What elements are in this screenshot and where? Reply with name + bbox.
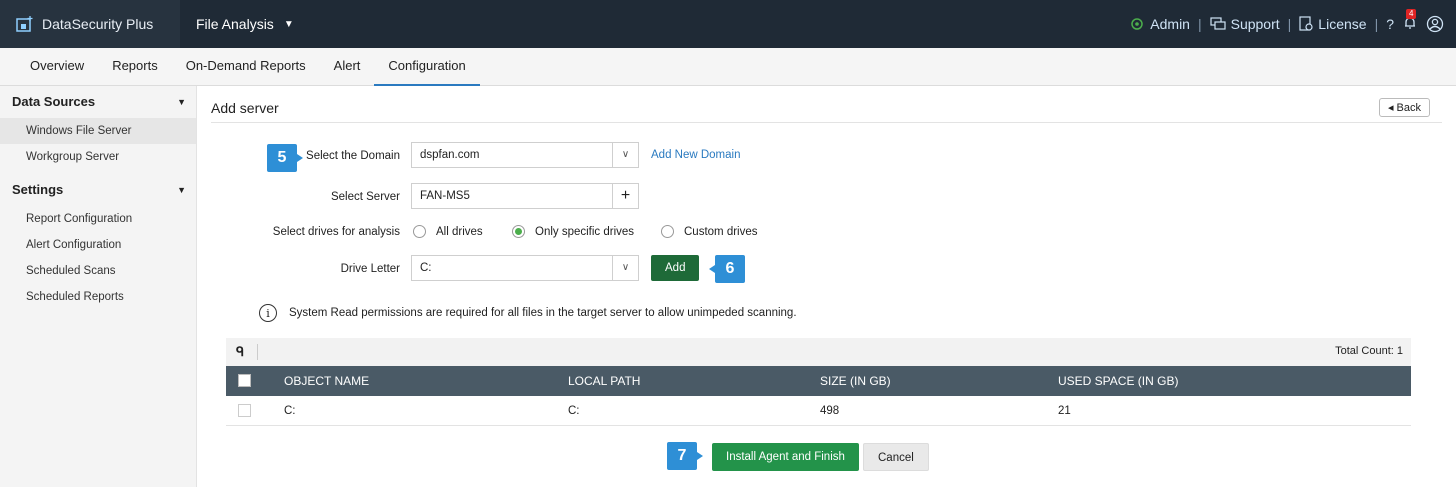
- notification-bell-icon[interactable]: 4: [1402, 8, 1418, 34]
- tab-on-demand-reports[interactable]: On-Demand Reports: [172, 48, 320, 86]
- module-selector[interactable]: File Analysis ▼: [196, 0, 294, 48]
- radio-label: Only specific drives: [535, 225, 635, 238]
- sidebar: Data Sources ▼ Windows File Server Workg…: [0, 86, 197, 487]
- row-checkbox[interactable]: [238, 404, 251, 417]
- sidebar-item-scheduled-reports[interactable]: Scheduled Reports: [0, 284, 196, 310]
- chevron-down-icon[interactable]: ∨: [612, 143, 638, 167]
- sidebar-item-windows-file-server[interactable]: Windows File Server: [0, 118, 196, 144]
- admin-link[interactable]: Admin: [1129, 16, 1190, 32]
- notification-count-badge: 4: [1406, 8, 1417, 19]
- divider: [257, 344, 258, 360]
- column-header-used-space[interactable]: USED SPACE (IN GB): [1058, 374, 1178, 388]
- license-link[interactable]: License: [1299, 16, 1367, 32]
- sidebar-section-settings[interactable]: Settings ▼: [0, 174, 196, 206]
- domain-select[interactable]: dspfan.com ∨: [411, 142, 639, 168]
- radio-only-specific-drives[interactable]: Only specific drives: [512, 225, 634, 238]
- cell-object-name: C:: [284, 405, 296, 417]
- server-value: FAN-MS5: [420, 190, 470, 202]
- sidebar-item-workgroup-server[interactable]: Workgroup Server: [0, 144, 196, 170]
- divider: [211, 122, 1442, 123]
- step-7-badge: 7: [667, 442, 703, 470]
- back-label: Back: [1396, 102, 1421, 114]
- chat-icon: [1210, 17, 1226, 30]
- brand-name: DataSecurity Plus: [42, 16, 154, 32]
- radio-circle[interactable]: [413, 225, 426, 238]
- cell-size: 498: [820, 405, 840, 417]
- info-icon: i: [259, 304, 277, 322]
- sidebar-item-report-configuration[interactable]: Report Configuration: [0, 206, 196, 232]
- tab-reports[interactable]: Reports: [98, 48, 172, 86]
- tab-configuration[interactable]: Configuration: [374, 48, 481, 86]
- separator: |: [1374, 16, 1379, 32]
- drive-letter-value: C:: [420, 262, 432, 274]
- chevron-down-icon[interactable]: ∨: [612, 256, 638, 280]
- domain-value: dspfan.com: [420, 149, 480, 161]
- license-label: License: [1318, 16, 1367, 32]
- drive-letter-label: Drive Letter: [340, 263, 400, 275]
- datasecurity-logo-icon: [16, 16, 33, 32]
- nav-tabs: Overview Reports On-Demand Reports Alert…: [0, 48, 1456, 86]
- radio-circle-selected[interactable]: [512, 225, 525, 238]
- tab-alert[interactable]: Alert: [320, 48, 375, 86]
- add-new-domain-link[interactable]: Add New Domain: [651, 149, 740, 161]
- radio-all-drives[interactable]: All drives: [413, 225, 483, 238]
- caret-down-icon: ▼: [177, 185, 186, 195]
- add-drive-button[interactable]: Add: [651, 255, 700, 281]
- main-content: Add server ◂ Back 5 Select the Domain ds…: [197, 86, 1456, 487]
- page-title: Add server: [211, 100, 279, 116]
- help-icon[interactable]: ?: [1386, 16, 1394, 32]
- drive-letter-select[interactable]: C: ∨: [411, 255, 639, 281]
- info-message: i System Read permissions are required f…: [259, 304, 797, 322]
- admin-gear-icon: [1131, 18, 1144, 30]
- radio-label: Custom drives: [684, 225, 758, 238]
- drives-label: Select drives for analysis: [272, 226, 400, 238]
- top-bar: DataSecurity Plus File Analysis ▼ Admin …: [0, 0, 1456, 48]
- column-header-size[interactable]: SIZE (IN GB): [820, 374, 891, 388]
- table-row[interactable]: C: C: 498 21: [226, 396, 1411, 426]
- radio-custom-drives[interactable]: Custom drives: [661, 225, 758, 238]
- back-button[interactable]: ◂ Back: [1378, 98, 1430, 117]
- brand[interactable]: DataSecurity Plus: [0, 0, 180, 48]
- license-icon: [1299, 16, 1313, 31]
- module-name: File Analysis: [196, 16, 274, 32]
- domain-label: Select the Domain: [306, 150, 400, 162]
- user-avatar-icon[interactable]: [1426, 15, 1444, 33]
- info-text: System Read permissions are required for…: [289, 307, 797, 319]
- separator: |: [1287, 16, 1292, 32]
- chevron-left-icon: ◂: [1387, 102, 1394, 114]
- sidebar-item-alert-configuration[interactable]: Alert Configuration: [0, 232, 196, 258]
- sidebar-item-scheduled-scans[interactable]: Scheduled Scans: [0, 258, 196, 284]
- cancel-button[interactable]: Cancel: [863, 443, 929, 471]
- table-header: OBJECT NAME LOCAL PATH SIZE (IN GB) USED…: [226, 366, 1411, 396]
- caret-down-icon: ▼: [177, 97, 186, 107]
- admin-label: Admin: [1150, 16, 1190, 32]
- search-icon[interactable]: ᑫ: [236, 344, 244, 360]
- cell-local-path: C:: [568, 405, 580, 417]
- separator: |: [1197, 16, 1202, 32]
- server-label: Select Server: [330, 191, 400, 203]
- install-agent-and-finish-button[interactable]: Install Agent and Finish: [712, 443, 859, 471]
- radio-circle[interactable]: [661, 225, 674, 238]
- column-header-object-name[interactable]: OBJECT NAME: [284, 374, 369, 388]
- sidebar-section-data-sources[interactable]: Data Sources ▼: [0, 86, 196, 118]
- select-all-checkbox[interactable]: [238, 374, 251, 387]
- section-label: Settings: [12, 182, 64, 197]
- step-6-badge: 6: [709, 255, 745, 283]
- caret-down-icon: ▼: [283, 18, 294, 30]
- plus-icon[interactable]: +: [612, 184, 638, 208]
- tab-overview[interactable]: Overview: [16, 48, 98, 86]
- total-count: Total Count: 1: [1335, 345, 1403, 357]
- table-toolbar: ᑫ Total Count: 1: [226, 338, 1411, 366]
- support-label: Support: [1230, 16, 1280, 32]
- support-link[interactable]: Support: [1210, 16, 1280, 32]
- server-select[interactable]: FAN-MS5 +: [411, 183, 639, 209]
- column-header-local-path[interactable]: LOCAL PATH: [568, 374, 640, 388]
- cell-used-space: 21: [1058, 405, 1071, 417]
- top-right-menu: Admin | Support | License | ? 4: [1129, 0, 1444, 48]
- section-label: Data Sources: [12, 94, 96, 109]
- radio-label: All drives: [436, 225, 483, 238]
